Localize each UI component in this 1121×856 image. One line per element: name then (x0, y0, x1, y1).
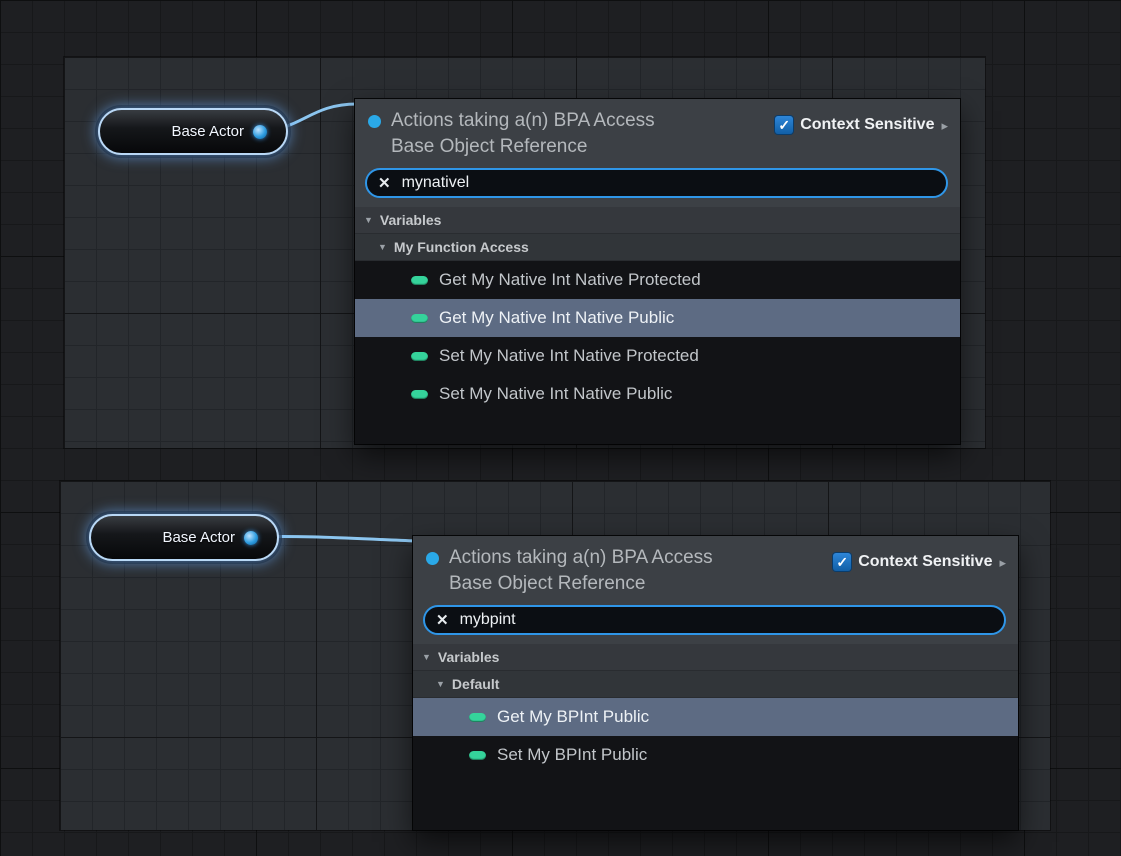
search-input[interactable] (460, 611, 993, 629)
blueprint-canvas: Base Actor Actions taking a(n) BPA Acces… (0, 0, 1121, 856)
item-label: Get My Native Int Native Protected (439, 270, 701, 290)
pin-type-dot-icon (426, 552, 439, 565)
menu-title-line2: Base Object Reference (391, 134, 775, 160)
triangle-down-icon: ▼ (436, 679, 445, 689)
context-sensitive-toggle[interactable]: ✓ Context Sensitive (833, 545, 992, 571)
search-box[interactable]: ✕ (365, 168, 948, 198)
menu-title-line2: Base Object Reference (449, 571, 833, 597)
pin-type-dot-icon (368, 115, 381, 128)
list-empty-space (413, 774, 1018, 830)
context-sensitive-label: Context Sensitive (800, 116, 934, 134)
object-output-pin[interactable] (253, 125, 267, 139)
list-item[interactable]: Set My Native Int Native Protected (355, 337, 960, 375)
variable-pill-icon (411, 276, 428, 285)
category-default[interactable]: ▼ Default (413, 671, 1018, 698)
context-menu: Actions taking a(n) BPA Access Base Obje… (355, 99, 960, 444)
category-my-function-access[interactable]: ▼ My Function Access (355, 234, 960, 261)
category-variables[interactable]: ▼ Variables (355, 207, 960, 234)
checkbox-checked-icon[interactable]: ✓ (775, 116, 793, 134)
context-menu: Actions taking a(n) BPA Access Base Obje… (413, 536, 1018, 830)
item-label: Get My Native Int Native Public (439, 308, 674, 328)
menu-title-line1: Actions taking a(n) BPA Access (449, 545, 833, 571)
triangle-down-icon: ▼ (364, 215, 373, 225)
node-label: Base Actor (162, 529, 235, 546)
action-list: ▼ Variables ▼ Default Get My BPInt Publi… (413, 644, 1018, 830)
variable-pill-icon (411, 390, 428, 399)
item-label: Set My Native Int Native Public (439, 384, 672, 404)
context-sensitive-toggle[interactable]: ✓ Context Sensitive (775, 108, 934, 134)
list-empty-space (355, 413, 960, 444)
category-label: Variables (380, 212, 442, 228)
clear-search-icon[interactable]: ✕ (436, 611, 449, 629)
variable-pill-icon (469, 751, 486, 760)
category-label: Default (452, 676, 499, 692)
menu-title: Actions taking a(n) BPA Access Base Obje… (449, 545, 833, 597)
expander-arrow-icon[interactable]: ▸ (934, 108, 948, 134)
item-label: Get My BPInt Public (497, 707, 649, 727)
base-actor-node[interactable]: Base Actor (98, 108, 288, 155)
node-label: Base Actor (171, 123, 244, 140)
list-item[interactable]: Get My Native Int Native Protected (355, 261, 960, 299)
menu-title: Actions taking a(n) BPA Access Base Obje… (391, 108, 775, 160)
category-label: My Function Access (394, 239, 529, 255)
base-actor-node[interactable]: Base Actor (89, 514, 279, 561)
checkbox-checked-icon[interactable]: ✓ (833, 553, 851, 571)
menu-title-line1: Actions taking a(n) BPA Access (391, 108, 775, 134)
list-item[interactable]: Set My BPInt Public (413, 736, 1018, 774)
item-label: Set My Native Int Native Protected (439, 346, 699, 366)
category-variables[interactable]: ▼ Variables (413, 644, 1018, 671)
object-output-pin[interactable] (244, 531, 258, 545)
menu-header: Actions taking a(n) BPA Access Base Obje… (355, 99, 960, 207)
context-sensitive-label: Context Sensitive (858, 553, 992, 571)
expander-arrow-icon[interactable]: ▸ (992, 545, 1006, 571)
triangle-down-icon: ▼ (378, 242, 387, 252)
list-item-selected[interactable]: Get My Native Int Native Public (355, 299, 960, 337)
list-item-selected[interactable]: Get My BPInt Public (413, 698, 1018, 736)
menu-header: Actions taking a(n) BPA Access Base Obje… (413, 536, 1018, 644)
graph-panel-top: Base Actor Actions taking a(n) BPA Acces… (64, 57, 985, 448)
category-label: Variables (438, 649, 500, 665)
variable-pill-icon (411, 352, 428, 361)
variable-pill-icon (469, 713, 486, 722)
list-item[interactable]: Set My Native Int Native Public (355, 375, 960, 413)
action-list: ▼ Variables ▼ My Function Access Get My … (355, 207, 960, 444)
search-input[interactable] (402, 174, 935, 192)
clear-search-icon[interactable]: ✕ (378, 174, 391, 192)
variable-pill-icon (411, 314, 428, 323)
graph-panel-bottom: Base Actor Actions taking a(n) BPA Acces… (60, 481, 1050, 830)
item-label: Set My BPInt Public (497, 745, 647, 765)
search-box[interactable]: ✕ (423, 605, 1006, 635)
triangle-down-icon: ▼ (422, 652, 431, 662)
